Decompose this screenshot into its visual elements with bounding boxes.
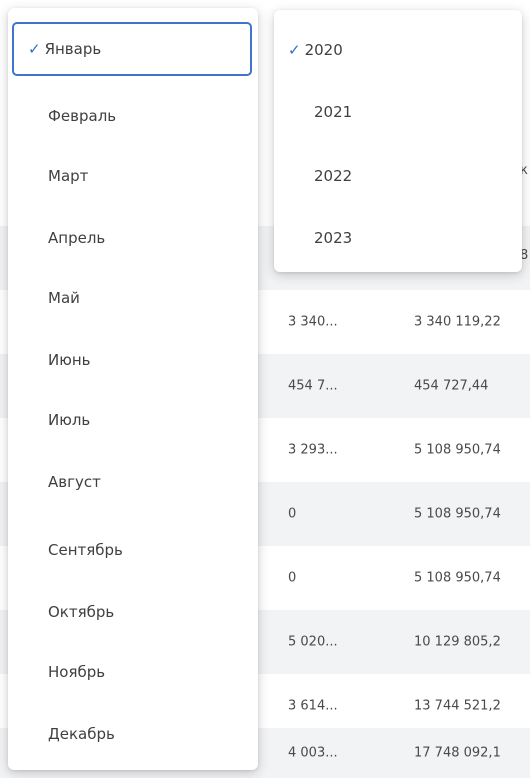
table-cell: 454 727,44 <box>414 378 489 394</box>
table-cell: 3 340 119,22 <box>414 314 501 330</box>
table-cell: 454 7... <box>288 378 338 394</box>
table-cell: 3 293... <box>288 442 338 458</box>
year-option-2022[interactable]: 2022 <box>274 154 522 198</box>
year-option-2020[interactable]: ✓ 2020 <box>274 28 522 72</box>
month-option-february[interactable]: Февраль <box>8 94 258 138</box>
month-option-march[interactable]: Март <box>8 154 258 198</box>
year-option-label: 2020 <box>304 41 343 59</box>
check-icon: ✓ <box>288 41 301 59</box>
month-option-june[interactable]: Июнь <box>8 338 258 382</box>
month-option-label: Февраль <box>48 107 117 125</box>
table-cell: 5 108 950,74 <box>414 570 501 586</box>
month-option-may[interactable]: Май <box>8 276 258 320</box>
month-option-label: Апрель <box>48 229 106 247</box>
month-option-label: Октябрь <box>48 603 115 621</box>
year-dropdown-menu: ✓ 2020 2021 2022 2023 <box>274 10 522 272</box>
month-option-label: Май <box>48 289 80 307</box>
month-option-december[interactable]: Декабрь <box>8 712 258 756</box>
year-option-label: 2022 <box>314 167 353 185</box>
table-cell: 5 020... <box>288 634 338 650</box>
table-cell: 5 108 950,74 <box>414 442 501 458</box>
year-option-2023[interactable]: 2023 <box>274 216 522 260</box>
table-cell: 5 108 950,74 <box>414 506 501 522</box>
check-icon: ✓ <box>28 40 41 58</box>
month-option-label: Сентябрь <box>48 541 123 559</box>
year-option-label: 2023 <box>314 229 353 247</box>
table-cell: 4 003... <box>288 745 338 761</box>
month-option-label: Ноябрь <box>48 663 106 681</box>
table-cell: 10 129 805,2 <box>414 634 501 650</box>
table-cell: 0 <box>288 570 297 586</box>
month-option-january[interactable]: ✓ Январь <box>12 22 252 76</box>
table-cell: 0 <box>288 506 297 522</box>
table-cell: 3 614... <box>288 698 338 714</box>
month-option-label: Август <box>48 473 101 491</box>
table-cell: 3 340... <box>288 314 338 330</box>
month-option-label: Январь <box>44 40 102 58</box>
month-option-label: Март <box>48 167 89 185</box>
month-option-april[interactable]: Апрель <box>8 216 258 260</box>
month-option-september[interactable]: Сентябрь <box>8 528 258 572</box>
month-option-label: Июль <box>48 411 91 429</box>
month-option-label: Июнь <box>48 351 91 369</box>
month-option-label: Декабрь <box>48 725 115 743</box>
month-option-november[interactable]: Ноябрь <box>8 650 258 694</box>
table-cell: 17 748 092,1 <box>414 745 501 761</box>
year-option-label: 2021 <box>314 103 353 121</box>
month-dropdown-menu: ✓ Январь Февраль Март Апрель Май Июнь Ию… <box>8 8 258 770</box>
month-option-august[interactable]: Август <box>8 460 258 504</box>
year-option-2021[interactable]: 2021 <box>274 90 522 134</box>
month-option-july[interactable]: Июль <box>8 398 258 442</box>
month-option-october[interactable]: Октябрь <box>8 590 258 634</box>
table-cell: 13 744 521,2 <box>414 698 501 714</box>
